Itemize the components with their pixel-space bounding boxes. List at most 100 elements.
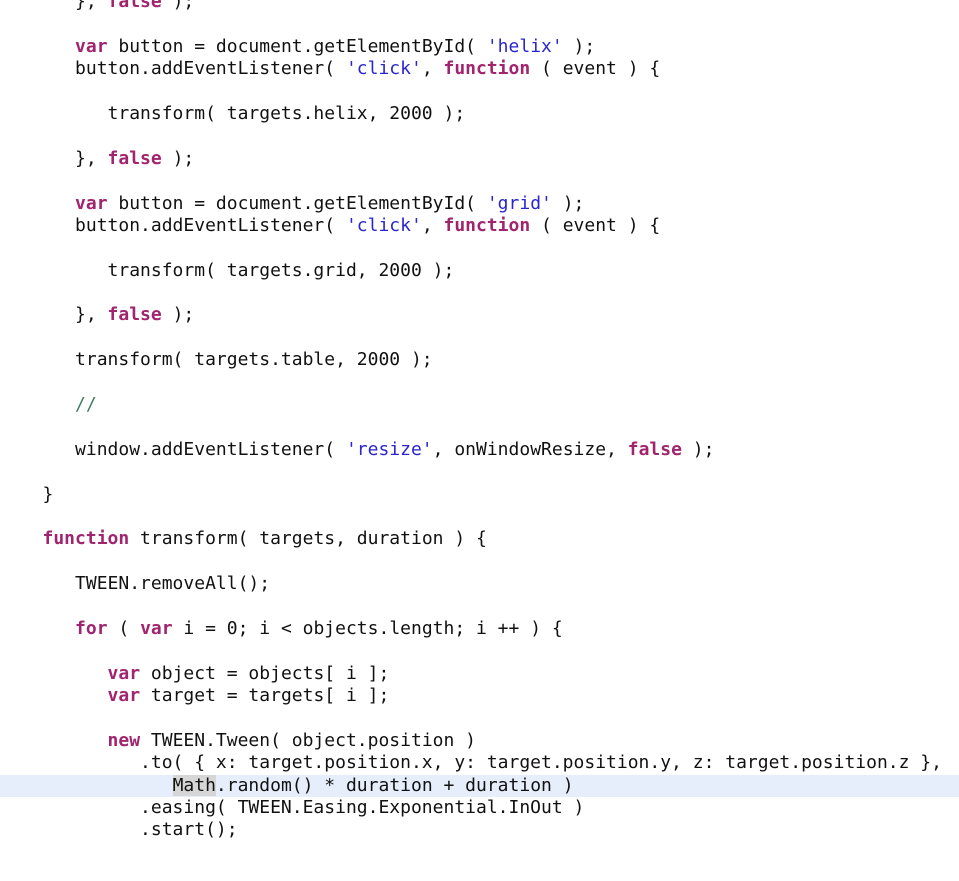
code-token-plain: transform( targets.table, 2000 ); <box>10 349 433 371</box>
code-line[interactable] <box>0 170 959 192</box>
code-token-kw: false <box>107 304 162 326</box>
code-token-plain: button = document.getElementById( <box>107 192 487 214</box>
code-line[interactable]: function transform( targets, duration ) … <box>0 528 959 550</box>
code-token-plain: ); <box>161 147 195 169</box>
code-token-plain: } <box>10 483 54 505</box>
code-token-plain: TWEEN.removeAll(); <box>10 573 271 595</box>
code-line[interactable]: transform( targets.table, 2000 ); <box>0 349 959 371</box>
code-token-plain: ); <box>161 0 195 12</box>
code-line[interactable] <box>0 640 959 662</box>
code-line[interactable] <box>0 81 959 103</box>
code-token-plain: }, <box>10 304 108 326</box>
code-token-plain: .to( { x: target.position.x, y: target.p… <box>10 752 942 774</box>
code-token-plain: }, <box>10 147 108 169</box>
code-token-plain: , onWindowResize, <box>432 438 628 460</box>
code-token-plain: transform( targets.helix, 2000 ); <box>10 102 466 124</box>
code-token-plain: target = targets[ i ]; <box>140 685 390 707</box>
code-line[interactable] <box>0 282 959 304</box>
code-token-plain: ( event ) { <box>530 58 661 80</box>
code-line[interactable]: var target = targets[ i ]; <box>0 685 959 707</box>
code-line[interactable]: // <box>0 394 959 416</box>
code-line[interactable]: button.addEventListener( 'click', functi… <box>0 215 959 237</box>
code-line[interactable]: var object = objects[ i ]; <box>0 663 959 685</box>
code-line[interactable]: new TWEEN.Tween( object.position ) <box>0 730 959 752</box>
code-line[interactable]: }, false ); <box>0 304 959 326</box>
code-token-occ: Math <box>172 774 216 796</box>
code-token-plain: .start(); <box>10 819 238 841</box>
code-token-kw: function <box>443 58 531 80</box>
code-token-kw: var <box>107 685 141 707</box>
code-line[interactable]: } <box>0 484 959 506</box>
code-content[interactable]: }, false ); var button = document.getEle… <box>0 0 959 842</box>
code-token-kw: function <box>10 528 130 550</box>
code-token-kw: var <box>107 662 141 684</box>
code-token-str: 'resize' <box>345 438 433 460</box>
code-line[interactable] <box>0 13 959 35</box>
code-line[interactable]: for ( var i = 0; i < objects.length; i +… <box>0 618 959 640</box>
code-line[interactable] <box>0 372 959 394</box>
code-token-plain: TWEEN.Tween( object.position ) <box>140 729 477 751</box>
code-line[interactable] <box>0 327 959 349</box>
code-line[interactable]: button.addEventListener( 'click', functi… <box>0 58 959 80</box>
code-line[interactable]: }, false ); <box>0 0 959 13</box>
code-token-kw: var <box>75 35 108 57</box>
code-line[interactable] <box>0 237 959 259</box>
code-token-str: 'grid' <box>486 192 552 214</box>
code-token-plain: ); <box>562 35 596 57</box>
code-line[interactable] <box>0 416 959 438</box>
code-token-plain: i = 0; i < objects.length; i ++ ) { <box>172 617 563 639</box>
code-token-plain: ( <box>107 617 141 639</box>
code-token-kw: new <box>107 729 141 751</box>
code-token-plain: ); <box>681 438 715 460</box>
code-line[interactable] <box>0 596 959 618</box>
code-line[interactable]: }, false ); <box>0 148 959 170</box>
code-token-plain: button.addEventListener( <box>10 214 346 236</box>
code-token-plain: ); <box>161 304 195 326</box>
code-token-plain: .random() * duration + duration ) <box>215 774 574 796</box>
code-line[interactable]: var button = document.getElementById( 'h… <box>0 36 959 58</box>
code-line[interactable]: .start(); <box>0 819 959 841</box>
code-token-plain: }, <box>10 0 108 12</box>
code-token-com: // <box>75 394 97 416</box>
code-line[interactable] <box>0 125 959 147</box>
code-line[interactable]: TWEEN.removeAll(); <box>0 573 959 595</box>
code-line[interactable]: transform( targets.helix, 2000 ); <box>0 103 959 125</box>
code-token-plain: button = document.getElementById( <box>107 35 487 57</box>
code-token-str: 'click' <box>345 58 422 80</box>
code-line[interactable] <box>0 551 959 573</box>
code-token-plain: transform( targets.grid, 2000 ); <box>10 259 455 281</box>
code-line[interactable]: window.addEventListener( 'resize', onWin… <box>0 439 959 461</box>
code-token-plain: , <box>421 58 444 80</box>
code-token-plain: , <box>421 214 444 236</box>
code-token-kw: var <box>140 617 173 639</box>
code-token-kw: for <box>75 617 108 639</box>
code-line[interactable]: transform( targets.grid, 2000 ); <box>0 260 959 282</box>
code-token-plain: .easing( TWEEN.Easing.Exponential.InOut … <box>10 797 585 819</box>
code-token-plain: transform( targets, duration ) { <box>129 528 487 550</box>
code-token-kw: var <box>75 192 108 214</box>
code-line[interactable] <box>0 506 959 528</box>
code-token-plain: ); <box>551 192 585 214</box>
code-line[interactable] <box>0 461 959 483</box>
code-line[interactable]: .to( { x: target.position.x, y: target.p… <box>0 752 959 774</box>
code-token-kw: false <box>627 438 682 460</box>
code-line[interactable] <box>0 708 959 730</box>
code-token-kw: false <box>107 0 162 12</box>
code-viewer[interactable]: }, false ); var button = document.getEle… <box>0 0 959 881</box>
code-token-str: 'helix' <box>486 35 563 57</box>
code-token-plain: ( event ) { <box>530 214 661 236</box>
code-token-plain: button.addEventListener( <box>10 58 346 80</box>
code-token-plain: object = objects[ i ]; <box>140 662 390 684</box>
code-line[interactable]: .easing( TWEEN.Easing.Exponential.InOut … <box>0 797 959 819</box>
code-line[interactable]: Math.random() * duration + duration ) <box>0 774 959 798</box>
code-token-kw: function <box>443 214 531 236</box>
code-line[interactable]: var button = document.getElementById( 'g… <box>0 193 959 215</box>
